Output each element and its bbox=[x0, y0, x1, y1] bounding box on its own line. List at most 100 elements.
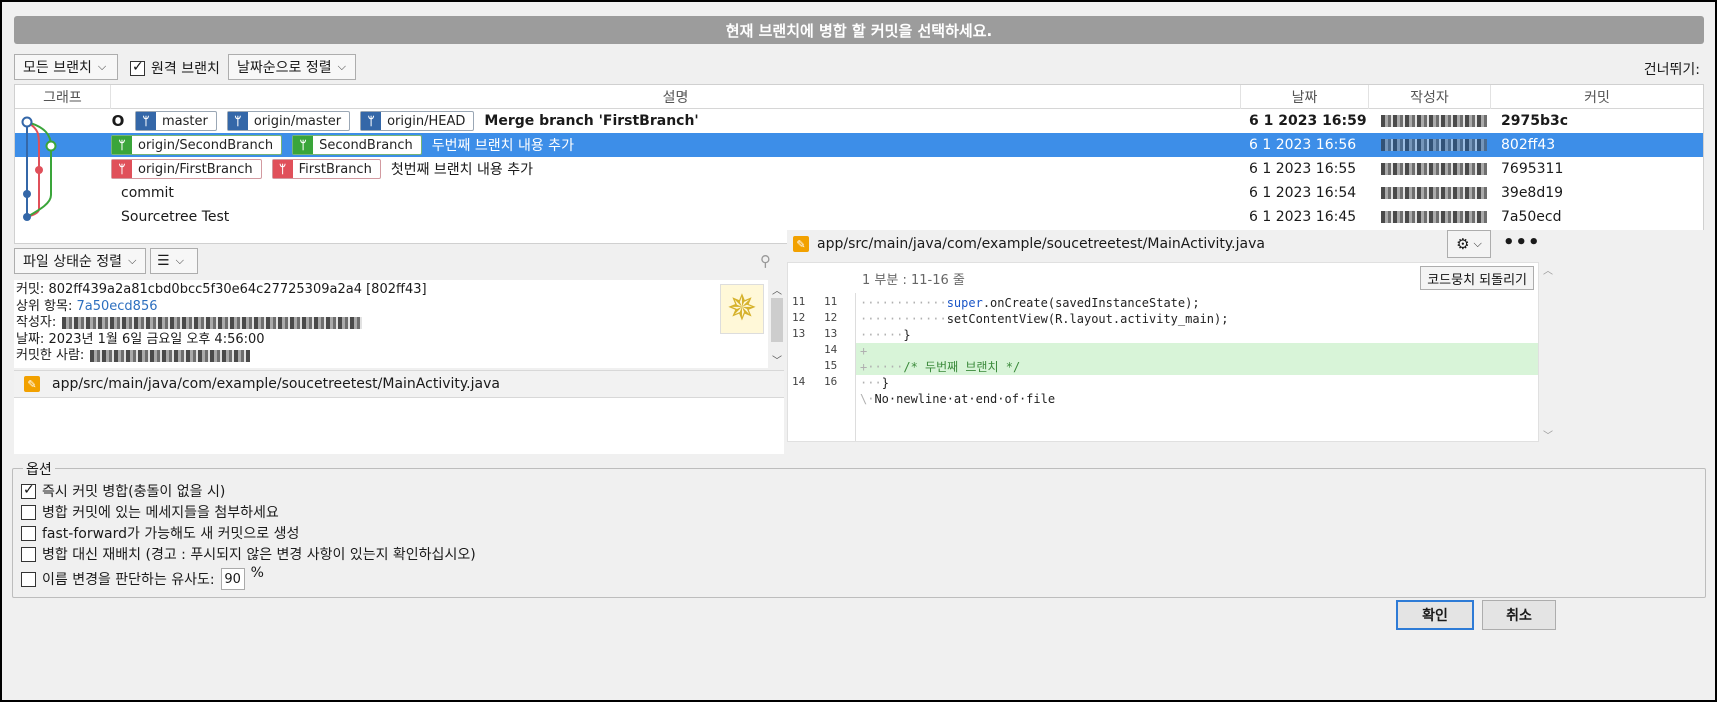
head-marker: O bbox=[111, 112, 125, 130]
modified-file-icon: ✎ bbox=[24, 376, 40, 392]
branch-tag-label: origin/FirstBranch bbox=[138, 161, 253, 177]
ok-button[interactable]: 확인 bbox=[1396, 600, 1474, 630]
branch-icon: ᛘ bbox=[112, 160, 132, 178]
row-description: O ᛘ master ᛘ origin/master ᛘ origin/HEAD Merge … bbox=[111, 109, 1241, 133]
table-row[interactable]: Sourcetree Test 6 1 2023 16:45 7a50ecd bbox=[15, 205, 1703, 229]
view-mode-dropdown[interactable]: ☰ ⌵ bbox=[150, 248, 198, 274]
row-hash: 2975b3c bbox=[1501, 113, 1569, 129]
row-date: 6 1 2023 16:45 bbox=[1249, 209, 1357, 225]
checkbox-icon[interactable] bbox=[21, 482, 36, 499]
chevron-down-icon[interactable]: ﹀ bbox=[770, 352, 784, 367]
branch-tag: ᛘ master bbox=[135, 111, 217, 131]
commit-line: 커밋: 802ff439a2a81cbd0bcc5f30e64c27725309… bbox=[16, 282, 766, 299]
commit-label: 커밋: bbox=[16, 282, 45, 297]
option-item[interactable]: fast-forward가 가능해도 새 커밋으로 생성 bbox=[21, 523, 299, 543]
committer-line: 커밋한 사람: bbox=[16, 348, 766, 365]
skip-label: 건너뛰기: bbox=[1643, 62, 1700, 78]
details-scrollbar[interactable]: ︿ ﹀ bbox=[770, 280, 784, 368]
chevron-down-icon: ⌵ bbox=[1473, 237, 1482, 250]
line-number-gutter: 11 11 12 12 13 13 14 15 14 16 bbox=[788, 293, 856, 441]
chevron-down-icon: ⌵ bbox=[337, 60, 346, 73]
checkbox-icon[interactable] bbox=[21, 525, 36, 541]
diff-scrollbar[interactable]: ︿ ﹀ bbox=[1541, 262, 1555, 442]
row-description: ᛘ origin/SecondBranch ᛘ SecondBranch 두번째 브랜치… bbox=[111, 133, 1241, 157]
file-path: app/src/main/java/com/example/soucetreet… bbox=[52, 376, 500, 392]
similarity-option[interactable]: 이름 변경을 판단하는 유사도: 90 % bbox=[21, 565, 264, 590]
parent-link[interactable]: 7a50ecd856 bbox=[77, 299, 158, 314]
modified-file-icon: ✎ bbox=[793, 236, 809, 252]
commit-message: 두번째 브랜치 내용 추가 bbox=[431, 138, 574, 154]
option-label: 병합 대신 재배치 (경고 : 푸시되지 않은 변경 사항이 있는지 확인하십시… bbox=[42, 547, 476, 563]
diff-line: ············super.onCreate(savedInstance… bbox=[856, 295, 1538, 311]
sort-dropdown[interactable]: 날짜순으로 정렬 ⌵ bbox=[228, 54, 356, 80]
commit-message: Sourcetree Test bbox=[121, 209, 230, 225]
checkbox-icon[interactable] bbox=[130, 59, 145, 76]
whitespace-marker: + bbox=[860, 344, 868, 358]
code-keyword: super bbox=[946, 296, 983, 310]
branch-icon: ᛘ bbox=[293, 136, 314, 154]
code-text: /* 두번째 브랜치 */ bbox=[903, 360, 1021, 374]
branch-tag: ᛘ origin/HEAD bbox=[360, 111, 475, 131]
row-description: commit bbox=[111, 181, 1241, 205]
diff-file-path: app/src/main/java/com/example/soucetreet… bbox=[817, 236, 1265, 252]
code-text: } bbox=[881, 376, 889, 390]
branches-dropdown[interactable]: 모든 브랜치 ⌵ bbox=[14, 54, 118, 80]
table-row[interactable]: ᛘ origin/FirstBranch ᛘ FirstBranch 첫번째 브랜치 내… bbox=[15, 157, 1703, 181]
more-options-icon[interactable]: ••• bbox=[1503, 232, 1541, 253]
avatar: ✵ bbox=[720, 284, 764, 334]
scroll-thumb[interactable] bbox=[771, 298, 783, 342]
option-item[interactable]: 병합 커밋에 있는 메세지들을 첨부하세요 bbox=[21, 502, 279, 522]
whitespace-marker: ······ bbox=[860, 328, 904, 342]
checkbox-icon[interactable] bbox=[21, 546, 36, 562]
diff-view: 1 부분 : 11-16 줄 코드뭉치 되돌리기 11 11 12 12 13 13 14 1… bbox=[787, 262, 1539, 442]
branches-dropdown-label: 모든 브랜치 bbox=[23, 60, 92, 76]
file-sort-dropdown[interactable]: 파일 상태순 정렬 ⌵ bbox=[14, 248, 146, 274]
option-item[interactable]: 병합 대신 재배치 (경고 : 푸시되지 않은 변경 사항이 있는지 확인하십시… bbox=[21, 544, 476, 564]
code-text: } bbox=[903, 328, 911, 342]
table-row[interactable]: O ᛘ master ᛘ origin/master ᛘ origin/HEAD Merge … bbox=[15, 109, 1703, 133]
diff-line: + bbox=[856, 343, 1538, 359]
row-author bbox=[1381, 181, 1497, 205]
commit-message: 첫번째 브랜치 내용 추가 bbox=[390, 162, 533, 178]
header-commit[interactable]: 커밋 bbox=[1491, 85, 1703, 109]
header-description[interactable]: 설명 bbox=[111, 85, 1241, 109]
diff-line: ······} bbox=[856, 327, 1538, 343]
chevron-up-icon[interactable]: ︿ bbox=[770, 282, 784, 297]
chevron-down-icon[interactable]: ﹀ bbox=[1543, 427, 1553, 442]
settings-dropdown[interactable]: ⚙ ⌵ bbox=[1447, 230, 1491, 258]
option-item[interactable]: 즉시 커밋 병합(충돌이 없을 시) bbox=[21, 481, 225, 501]
checkbox-icon[interactable] bbox=[21, 571, 36, 587]
header-author[interactable]: 작성자 bbox=[1369, 85, 1491, 109]
table-row[interactable]: ᛘ origin/SecondBranch ᛘ SecondBranch 두번째 브랜치… bbox=[15, 133, 1703, 157]
chevron-up-icon[interactable]: ︿ bbox=[1543, 262, 1553, 277]
whitespace-marker: ············ bbox=[860, 312, 947, 326]
row-date: 6 1 2023 16:55 bbox=[1249, 161, 1357, 177]
similarity-input[interactable]: 90 bbox=[220, 568, 245, 590]
checkbox-icon[interactable] bbox=[21, 504, 36, 520]
code-text: No·newline·at·end·of·file bbox=[874, 392, 1056, 406]
file-list-item[interactable]: ✎ app/src/main/java/com/example/soucetre… bbox=[14, 370, 784, 398]
commit-info: 커밋: 802ff439a2a81cbd0bcc5f30e64c27725309… bbox=[14, 280, 768, 368]
file-sort-label: 파일 상태순 정렬 bbox=[23, 254, 123, 270]
commit-details-panel: 파일 상태순 정렬 ⌵ ☰ ⌵ ⚲ 커밋: 802ff439a2a81cbd0b… bbox=[14, 246, 784, 454]
header-date[interactable]: 날짜 bbox=[1241, 85, 1369, 109]
remote-branches-checkbox[interactable]: 원격 브랜치 bbox=[130, 58, 220, 78]
branch-tag-label: SecondBranch bbox=[319, 137, 413, 153]
row-date: 6 1 2023 16:59 bbox=[1249, 113, 1367, 129]
branch-icon: ᛘ bbox=[227, 112, 248, 130]
row-author bbox=[1381, 205, 1497, 229]
option-label: 병합 커밋에 있는 메세지들을 첨부하세요 bbox=[42, 505, 279, 521]
branch-tag: ᛘ FirstBranch bbox=[271, 159, 381, 179]
options-group: 옵션 즉시 커밋 병합(충돌이 없을 시) 병합 커밋에 있는 메세지들을 첨부하… bbox=[12, 459, 1706, 598]
code-text: setContentView(R.layout.activity_main); bbox=[946, 312, 1229, 326]
author-redacted bbox=[1381, 139, 1487, 151]
search-icon[interactable]: ⚲ bbox=[760, 252, 771, 270]
cancel-button[interactable]: 취소 bbox=[1482, 600, 1556, 630]
table-row[interactable]: commit 6 1 2023 16:54 39e8d19 bbox=[15, 181, 1703, 205]
chevron-down-icon: ⌵ bbox=[175, 254, 184, 267]
whitespace-marker: ············ bbox=[860, 296, 947, 310]
option-label: fast-forward가 가능해도 새 커밋으로 생성 bbox=[42, 526, 300, 542]
revert-hunk-button[interactable]: 코드뭉치 되돌리기 bbox=[1420, 266, 1534, 290]
diff-line: \·No·newline·at·end·of·file bbox=[856, 391, 1538, 407]
header-graph[interactable]: 그래프 bbox=[15, 85, 111, 109]
